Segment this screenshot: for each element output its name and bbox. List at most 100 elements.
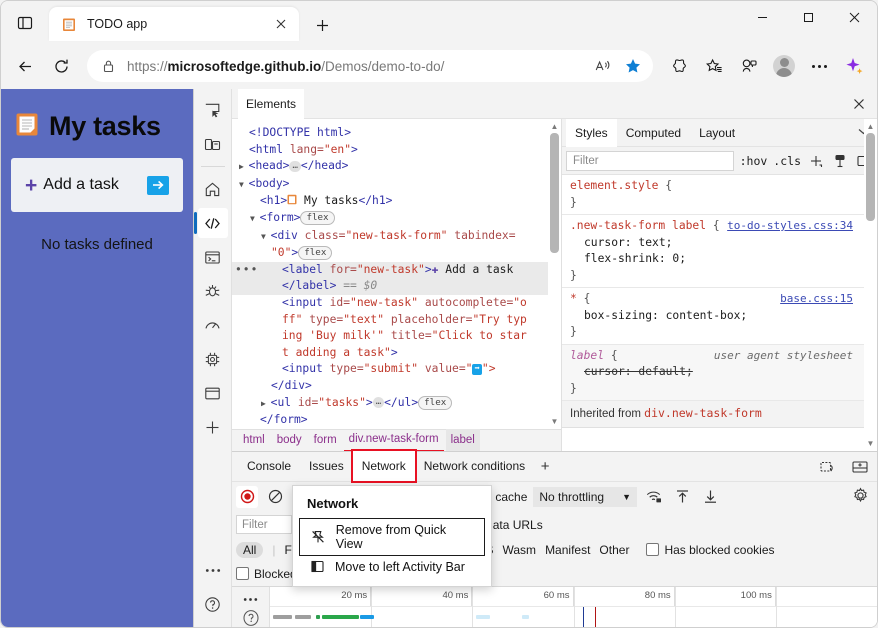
- tab-styles[interactable]: Styles: [566, 118, 617, 147]
- drawer-restore-icon[interactable]: [817, 456, 839, 478]
- dom-expand-arrow-icon[interactable]: ▼: [261, 232, 271, 241]
- new-task-form[interactable]: + Add a task: [11, 158, 183, 212]
- tab-close-icon[interactable]: [269, 12, 293, 36]
- dom-expand-arrow-icon[interactable]: ▶: [261, 399, 271, 408]
- dom-node-line[interactable]: ing 'Buy milk'" title="Click to star: [232, 328, 561, 345]
- drawer-context-menu[interactable]: Network Remove from Quick View Move to l…: [292, 484, 492, 587]
- timeline-request-bar[interactable]: [476, 614, 490, 619]
- window-maximize-button[interactable]: [785, 1, 831, 33]
- new-tab-button[interactable]: [307, 10, 337, 40]
- dom-node-line[interactable]: </label> == $0: [232, 278, 561, 295]
- dom-node-line[interactable]: ▼ <body>: [232, 176, 561, 194]
- drawer-tab-network-conditions[interactable]: Network conditions: [415, 451, 534, 481]
- breadcrumb-item[interactable]: html: [238, 429, 270, 451]
- dom-node-line[interactable]: <!DOCTYPE html>: [232, 125, 561, 142]
- styles-scroll-up-icon[interactable]: ▲: [865, 120, 876, 132]
- type-filter-manifest[interactable]: Manifest: [545, 543, 590, 557]
- dom-node-line[interactable]: ▼ <div class="new-task-form" tabindex=: [232, 228, 561, 246]
- styles-scroll-down-icon[interactable]: ▼: [865, 438, 876, 450]
- type-filter-other[interactable]: Other: [599, 543, 629, 557]
- export-har-icon[interactable]: [699, 486, 721, 508]
- style-source-link[interactable]: base.css:15: [780, 291, 853, 308]
- timeline-request-bar[interactable]: [273, 614, 293, 619]
- favorite-star-icon[interactable]: [619, 52, 647, 80]
- import-har-icon[interactable]: [671, 486, 693, 508]
- tab-elements[interactable]: Elements: [238, 88, 305, 119]
- breadcrumb-item[interactable]: label: [445, 429, 480, 452]
- dom-tree-scrollbar[interactable]: ▲ ▼: [548, 119, 561, 429]
- styles-scroll-track[interactable]: [866, 133, 875, 437]
- browser-tab[interactable]: TODO app: [49, 7, 299, 41]
- dom-expand-arrow-icon[interactable]: ▶: [239, 162, 249, 171]
- throttling-dropdown[interactable]: No throttling ▼: [533, 486, 637, 507]
- menu-item-move-to-left-activity-bar[interactable]: Move to left Activity Bar: [299, 556, 485, 578]
- style-rule-selector[interactable]: element.style {: [570, 178, 869, 195]
- browser-essentials-icon[interactable]: [664, 51, 694, 81]
- class-toggle[interactable]: .cls: [773, 154, 801, 168]
- dom-overflow-dots[interactable]: •••: [235, 262, 258, 279]
- dom-node-line[interactable]: <html lang="en">: [232, 142, 561, 159]
- style-rule[interactable]: .new-task-form label {to-do-styles.css:3…: [562, 215, 877, 288]
- dom-node-line[interactable]: t adding a task">: [232, 345, 561, 362]
- element-state-icon[interactable]: [831, 152, 849, 170]
- styles-scrollbar[interactable]: ▲ ▼: [864, 119, 877, 451]
- help-circle-icon[interactable]: [198, 589, 228, 619]
- device-emulation-icon[interactable]: [198, 129, 228, 159]
- styles-scroll-thumb[interactable]: [866, 133, 875, 221]
- dom-node-line[interactable]: ▼ <form> flex: [232, 210, 561, 228]
- dom-node-line[interactable]: <input type="submit" value=" ➡ ">: [232, 361, 561, 378]
- window-close-button[interactable]: [831, 1, 877, 33]
- breadcrumb-item[interactable]: div.new-task-form: [343, 428, 444, 453]
- dom-node-line[interactable]: "0"> flex: [232, 245, 561, 262]
- style-property[interactable]: flex-shrink: 0;: [570, 251, 869, 268]
- help-circle-icon[interactable]: [238, 608, 264, 627]
- drawer-tab-issues[interactable]: Issues: [300, 451, 353, 481]
- timeline-grid[interactable]: 20 ms 40 ms 60 ms 80 ms 100 ms: [270, 586, 877, 627]
- record-stop-icon[interactable]: [236, 485, 258, 508]
- add-drawer-tab-button[interactable]: +: [534, 455, 556, 477]
- style-rule[interactable]: element.style {}: [562, 175, 877, 215]
- breadcrumb-item[interactable]: form: [309, 429, 342, 451]
- sidebar-item-memory[interactable]: [198, 344, 228, 374]
- sidebar-item-application[interactable]: [198, 378, 228, 408]
- reload-icon[interactable]: [45, 50, 77, 82]
- style-rule[interactable]: * {base.css:15 box-sizing: content-box;}: [562, 288, 877, 345]
- sidebar-item-performance[interactable]: [198, 310, 228, 340]
- tab-computed[interactable]: Computed: [617, 119, 690, 147]
- network-conditions-icon[interactable]: [643, 486, 665, 508]
- new-style-rule-icon[interactable]: [807, 152, 825, 170]
- dom-node-line[interactable]: ▶ <ul id="tasks">… </ul> flex: [232, 395, 561, 413]
- type-filter-wasm[interactable]: Wasm: [503, 543, 537, 557]
- dom-node-line[interactable]: </div>: [232, 378, 561, 395]
- styles-rules-list[interactable]: element.style {} .new-task-form label {to…: [562, 175, 877, 451]
- favorites-icon[interactable]: [699, 51, 729, 81]
- dom-expand-arrow-icon[interactable]: ▼: [250, 214, 260, 223]
- menu-item-remove-from-quick-view[interactable]: Remove from Quick View: [299, 517, 485, 556]
- type-filter-all[interactable]: All: [236, 541, 264, 558]
- timeline-request-bar[interactable]: [322, 614, 359, 619]
- dom-scroll-thumb[interactable]: [550, 133, 559, 253]
- timeline-request-bar[interactable]: [521, 614, 530, 619]
- sidebar-item-sources[interactable]: [198, 276, 228, 306]
- dom-node-line[interactable]: <input id="new-task" autocomplete="o: [232, 295, 561, 312]
- drawer-tab-network[interactable]: Network: [350, 449, 417, 484]
- dom-node-line[interactable]: ▶ <head>… </head>: [232, 158, 561, 176]
- window-minimize-button[interactable]: [739, 1, 785, 33]
- submit-task-button[interactable]: [147, 175, 169, 195]
- style-source-link[interactable]: to-do-styles.css:34: [727, 218, 853, 235]
- hover-state-toggle[interactable]: :hov: [740, 154, 768, 168]
- sidebar-item-console[interactable]: [198, 242, 228, 272]
- back-arrow-icon[interactable]: [9, 50, 41, 82]
- dom-tree[interactable]: <!DOCTYPE html> <html lang="en"> ▶ <head>……: [232, 119, 561, 429]
- devtools-close-icon[interactable]: [847, 92, 871, 116]
- clear-network-log-icon[interactable]: [264, 486, 286, 508]
- collections-icon[interactable]: [734, 51, 764, 81]
- settings-more-icon[interactable]: [804, 51, 834, 81]
- dom-scroll-track[interactable]: [550, 133, 559, 415]
- copilot-icon[interactable]: [839, 51, 869, 81]
- style-property[interactable]: box-sizing: content-box;: [570, 308, 869, 325]
- scroll-down-arrow-icon[interactable]: ▼: [549, 416, 560, 428]
- add-tool-plus-icon[interactable]: [198, 412, 228, 442]
- style-property[interactable]: cursor: default;: [570, 364, 869, 381]
- tab-actions-icon[interactable]: [9, 7, 41, 39]
